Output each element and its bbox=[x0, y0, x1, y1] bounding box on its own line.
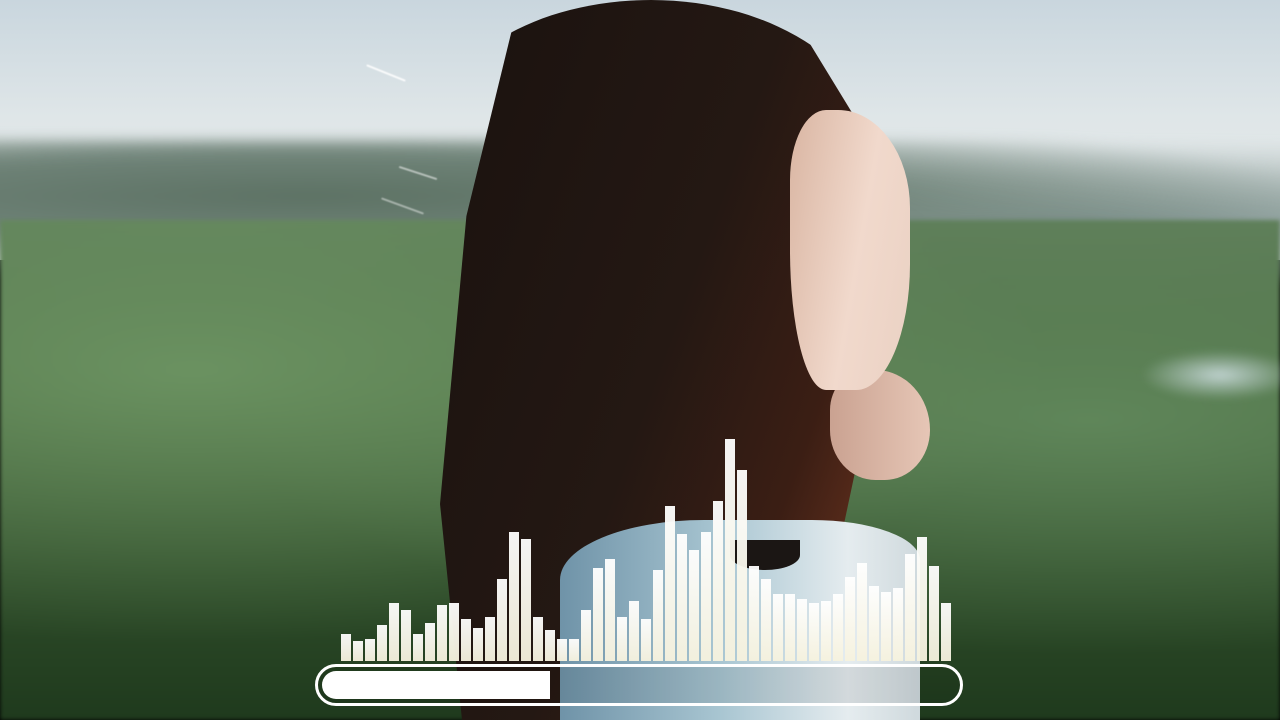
visualizer-bar bbox=[869, 586, 879, 661]
visualizer-bar bbox=[485, 617, 495, 661]
visualizer-bar bbox=[929, 566, 939, 661]
visualizer-bar bbox=[509, 532, 519, 661]
visualizer-bar bbox=[881, 592, 891, 661]
visualizer-bar bbox=[833, 594, 843, 661]
visualizer-bar bbox=[737, 470, 747, 661]
progress-fill bbox=[322, 671, 550, 699]
visualizer-bar bbox=[389, 603, 399, 661]
visualizer-bar bbox=[521, 539, 531, 661]
visualizer-bar bbox=[893, 588, 903, 661]
visualizer-bar bbox=[677, 534, 687, 661]
visualizer-bar bbox=[617, 617, 627, 661]
visualizer-bar bbox=[581, 610, 591, 661]
audio-visualizer bbox=[0, 0, 1280, 720]
visualizer-bar bbox=[797, 599, 807, 661]
visualizer-bar bbox=[917, 537, 927, 661]
visualizer-bar bbox=[497, 579, 507, 661]
visualizer-bar bbox=[857, 563, 867, 661]
visualizer-bar bbox=[557, 639, 567, 661]
visualizer-bar bbox=[785, 594, 795, 661]
visualizer-bar bbox=[713, 501, 723, 661]
visualizer-bar bbox=[653, 570, 663, 661]
visualizer-bar bbox=[689, 550, 699, 661]
visualizer-bar bbox=[821, 601, 831, 661]
visualizer-bar bbox=[425, 623, 435, 661]
visualizer-bar bbox=[629, 601, 639, 661]
visualizer-bar bbox=[461, 619, 471, 661]
visualizer-bar bbox=[665, 506, 675, 661]
visualizer-bar bbox=[365, 639, 375, 661]
visualizer-bar bbox=[641, 619, 651, 661]
visualizer-bar bbox=[341, 634, 351, 661]
visualizer-bar bbox=[377, 625, 387, 661]
visualizer-bar bbox=[941, 603, 951, 661]
visualizer-bar bbox=[473, 628, 483, 661]
video-frame bbox=[0, 0, 1280, 720]
visualizer-bar bbox=[845, 577, 855, 661]
visualizer-bar bbox=[413, 634, 423, 661]
visualizer-bar bbox=[437, 605, 447, 661]
visualizer-bar bbox=[353, 641, 363, 661]
progress-bar[interactable] bbox=[315, 664, 963, 706]
visualizer-bar bbox=[761, 579, 771, 661]
visualizer-bar bbox=[773, 594, 783, 661]
visualizer-bar bbox=[401, 610, 411, 661]
visualizer-bar bbox=[533, 617, 543, 661]
visualizer-bar bbox=[569, 639, 579, 661]
visualizer-bar bbox=[905, 554, 915, 661]
visualizer-bar bbox=[545, 630, 555, 661]
visualizer-bar bbox=[701, 532, 711, 661]
visualizer-bar bbox=[449, 603, 459, 661]
visualizer-bar bbox=[749, 566, 759, 661]
visualizer-bar bbox=[593, 568, 603, 661]
visualizer-bar bbox=[725, 439, 735, 661]
visualizer-bar bbox=[605, 559, 615, 661]
visualizer-bar bbox=[809, 603, 819, 661]
